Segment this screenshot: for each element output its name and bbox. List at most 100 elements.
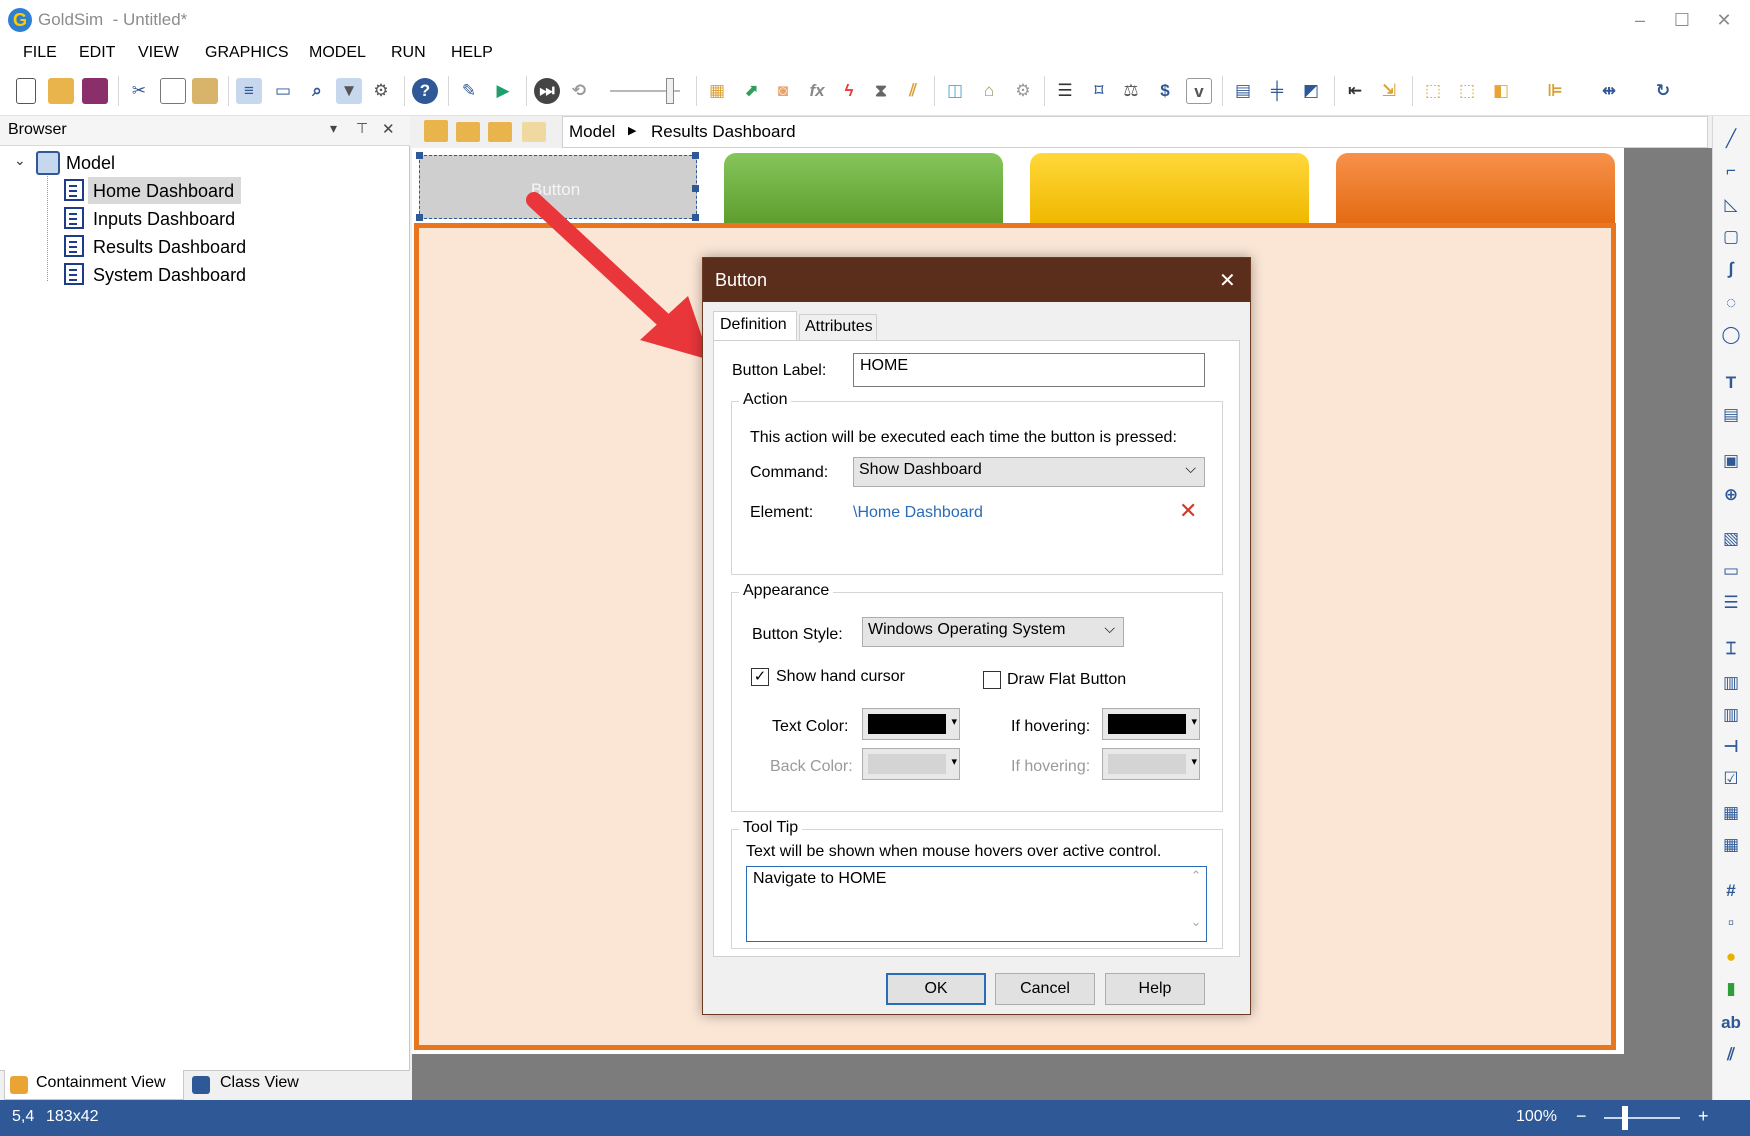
text-color-picker[interactable]: ▾ [862,708,960,740]
lightbulb-icon[interactable]: ● [1718,944,1744,970]
command-select[interactable]: Show Dashboard ⌵ [853,457,1205,487]
button-style-select[interactable]: Windows Operating System ⌵ [862,617,1124,647]
text-tool-icon[interactable]: T [1718,370,1744,396]
nav-forward-icon[interactable] [522,122,546,142]
pin-icon[interactable]: ⊤ [356,120,368,137]
input-field-icon[interactable]: ⌶ [1718,636,1744,662]
new-file-icon[interactable] [16,78,36,104]
indent-icon[interactable]: ⇤ [1342,78,1368,104]
event-icon[interactable]: ϟ [836,78,862,104]
find-icon[interactable]: ⌕ [304,78,330,104]
text-box-icon[interactable]: ▤ [1718,402,1744,428]
list-icon[interactable]: ☰ [1052,78,1078,104]
graph-icon[interactable]: ◩ [1298,78,1324,104]
breadcrumb-current[interactable]: Results Dashboard [651,122,796,142]
close-window-button[interactable]: ✕ [1704,6,1744,34]
tree-item-model[interactable]: Model [66,150,115,176]
menu-edit[interactable]: EDIT [79,44,115,62]
tag-icon[interactable]: ⌑ [1086,78,1112,104]
gear-icon[interactable]: ⚙ [1010,78,1036,104]
slider-tool-icon[interactable]: ⊣ [1718,734,1744,760]
breadcrumb-root[interactable]: Model [569,122,615,142]
maximize-button[interactable]: ☐ [1662,6,1702,34]
bank-icon[interactable]: ⌂ [976,78,1002,104]
remove-element-icon[interactable]: ✕ [1179,498,1197,524]
tooltip-textarea[interactable]: Navigate to HOME [746,866,1207,942]
menu-view[interactable]: VIEW [138,44,179,62]
copy-icon[interactable] [160,78,186,104]
zoom-out-button[interactable]: − [1576,1106,1587,1127]
polyline-tool-icon[interactable]: ⌐ [1718,158,1744,184]
tooltip-scrollbar[interactable]: ⌃ ⌄ [1187,868,1205,940]
nav-back-icon[interactable] [488,122,512,142]
run-icon[interactable]: ▶ [490,78,516,104]
number-display-icon[interactable]: # [1718,878,1744,904]
align-left-icon[interactable]: ⊫ [1542,78,1568,104]
nav-up-icon[interactable] [456,122,480,142]
function-icon[interactable]: fx [804,78,830,104]
chart-tool-icon[interactable]: ⫽ [1718,1042,1744,1068]
zoom-slider-thumb[interactable] [1622,1106,1628,1130]
zoom-in-button[interactable]: + [1698,1106,1709,1127]
cut-icon[interactable]: ✂ [126,78,152,104]
grid-icon[interactable]: ▦ [704,78,730,104]
menu-file[interactable]: FILE [23,44,57,62]
grid-tool-icon[interactable]: ▦ [1718,832,1744,858]
speed-slider-thumb[interactable] [666,78,674,104]
group-icon[interactable]: ⬚ [1420,78,1446,104]
comment-icon[interactable]: ▭ [270,78,296,104]
text-hover-color-picker[interactable]: ▾ [1102,708,1200,740]
export-icon[interactable]: ⇲ [1376,78,1402,104]
open-folder-icon[interactable] [48,78,74,104]
list-tool-icon[interactable]: ☰ [1718,590,1744,616]
reservoir-icon[interactable]: ◫ [942,78,968,104]
menu-help[interactable]: HELP [451,44,493,62]
button-tool-icon[interactable]: ▭ [1718,558,1744,584]
nav-home-icon[interactable] [424,120,448,142]
zoom-slider-track[interactable] [1604,1117,1680,1119]
help-icon[interactable]: ? [412,78,438,104]
edit-icon[interactable]: ✎ [456,78,482,104]
rectangle-tool-icon[interactable]: ▢ [1718,224,1744,250]
filter-icon[interactable]: ▼ [336,78,362,104]
freeform-tool-icon[interactable]: ◌ [1718,290,1744,316]
rotate-icon[interactable]: ↻ [1650,78,1676,104]
form-tool-icon[interactable]: ▥ [1718,670,1744,696]
digital-display-icon[interactable]: ▫ [1718,910,1744,936]
tree-item-home-dashboard[interactable]: Home Dashboard [93,178,234,204]
version-icon[interactable]: v [1186,78,1212,104]
dialog-close-icon[interactable]: ✕ [1219,268,1236,293]
checkbox-tool-icon[interactable]: ☑ [1718,766,1744,792]
label-tool-icon[interactable]: ab [1718,1010,1744,1036]
polygon-tool-icon[interactable]: ◺ [1718,192,1744,218]
ok-button[interactable]: OK [886,973,986,1005]
scroll-up-icon[interactable]: ⌃ [1187,868,1205,884]
yellow-tab-button[interactable] [1030,153,1309,223]
ellipse-tool-icon[interactable]: ◯ [1718,322,1744,348]
table-form-icon[interactable]: ▥ [1718,702,1744,728]
dollar-icon[interactable]: $ [1152,78,1178,104]
dashboard-layout-icon[interactable]: ▤ [1230,78,1256,104]
tree-item-inputs-dashboard[interactable]: Inputs Dashboard [93,206,235,232]
save-icon[interactable] [82,78,108,104]
database-icon[interactable]: ◙ [770,78,796,104]
element-link[interactable]: \Home Dashboard [853,504,983,522]
menu-model[interactable]: MODEL [309,44,366,62]
reset-icon[interactable]: ⟲ [566,78,592,104]
cancel-button[interactable]: Cancel [995,973,1095,1005]
container-tool-icon[interactable]: ▧ [1718,526,1744,552]
weight-icon[interactable]: ⚖ [1118,78,1144,104]
hyperlink-icon[interactable]: ⊕ [1718,482,1744,508]
import-icon[interactable]: ⬈ [738,78,764,104]
order-icon[interactable]: ◧ [1488,78,1514,104]
gauge-icon[interactable]: ▮ [1718,976,1744,1002]
flat-button-checkbox[interactable] [983,671,1001,689]
timer-icon[interactable]: ⧗ [868,78,894,104]
hand-cursor-checkbox[interactable]: ✓ [751,668,769,686]
menu-run[interactable]: RUN [391,44,426,62]
browser-toggle-icon[interactable]: ≡ [236,78,262,104]
help-button[interactable]: Help [1105,973,1205,1005]
step-icon[interactable]: ⏭ [534,78,560,104]
browser-close-icon[interactable]: ✕ [382,120,395,138]
image-tool-icon[interactable]: ▣ [1718,448,1744,474]
